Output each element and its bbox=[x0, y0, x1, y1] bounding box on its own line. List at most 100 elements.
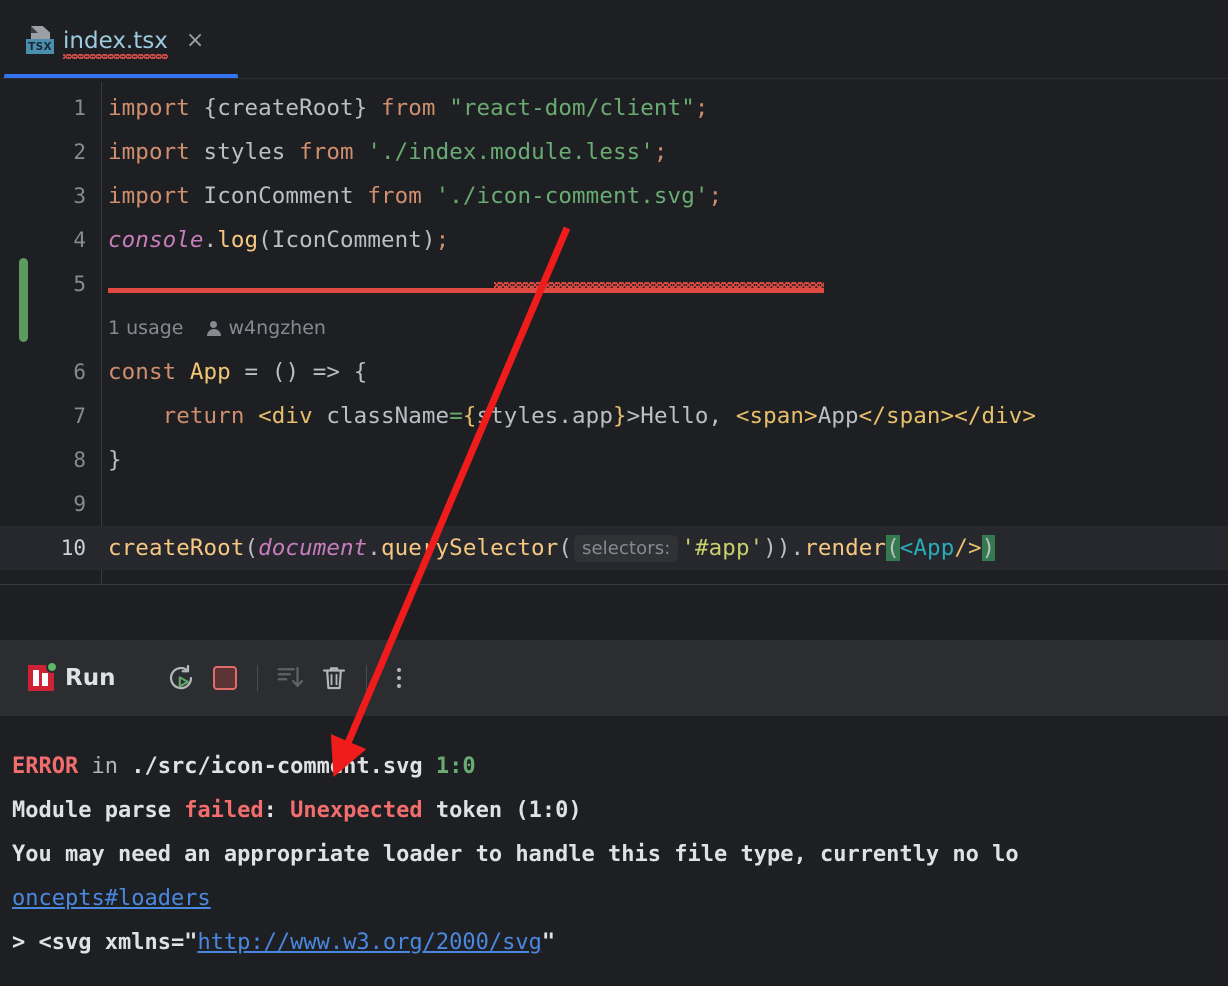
console-line: Module parse failed: Unexpected token (1… bbox=[0, 788, 1228, 832]
run-tool-window: Run bbox=[0, 640, 1228, 986]
code-token: = bbox=[245, 359, 259, 385]
editor-line-row[interactable]: 2import styles from './index.module.less… bbox=[0, 130, 1228, 174]
code-line-text: const App = () => { bbox=[108, 350, 367, 394]
line-number[interactable]: 3 bbox=[0, 174, 86, 218]
code-token: ; bbox=[695, 95, 709, 121]
code-token: ) bbox=[982, 535, 996, 561]
console-line: ERROR in ./src/icon-comment.svg 1:0 bbox=[0, 744, 1228, 788]
editor-line-row[interactable]: 7 return <div className={styles.app}>Hel… bbox=[0, 394, 1228, 438]
line-number[interactable]: 1 bbox=[0, 86, 86, 130]
code-token: './icon-comment.svg' bbox=[436, 183, 709, 209]
run-configuration-icon bbox=[28, 665, 54, 691]
rerun-icon bbox=[166, 663, 196, 693]
more-options-button[interactable] bbox=[377, 656, 421, 700]
tab-index-tsx[interactable]: TSX index.tsx × bbox=[4, 0, 238, 82]
code-token bbox=[367, 95, 381, 121]
code-token: } bbox=[108, 447, 122, 473]
code-token bbox=[313, 403, 327, 429]
code-line-text: } bbox=[108, 438, 122, 482]
kebab-menu-icon bbox=[397, 668, 401, 688]
editor-line-row[interactable]: 9 bbox=[0, 482, 1228, 526]
console-text: ./src/icon-comment.svg bbox=[131, 754, 422, 779]
editor-line-row[interactable]: 6 const App = () => { bbox=[0, 350, 1228, 394]
code-token: render bbox=[804, 535, 886, 561]
code-token: IconComment bbox=[204, 183, 354, 209]
console-link[interactable]: oncepts#loaders bbox=[12, 886, 211, 911]
run-panel-title: Run bbox=[65, 665, 115, 691]
line-number[interactable]: 4 bbox=[0, 218, 86, 262]
code-token: . bbox=[791, 535, 805, 561]
console-text: 1:0 bbox=[436, 754, 476, 779]
rerun-button[interactable] bbox=[159, 656, 203, 700]
code-token: ; bbox=[436, 227, 450, 253]
ide-window: TSX index.tsx × 1import {createRoot} fro… bbox=[0, 0, 1228, 986]
code-token: <div bbox=[258, 403, 313, 429]
tab-filename-text: index.tsx bbox=[63, 28, 168, 54]
author-label[interactable]: w4ngzhen bbox=[228, 317, 325, 339]
editor-line-row[interactable]: 10createRoot(document.querySelector(sele… bbox=[0, 526, 1228, 570]
code-token: App bbox=[818, 403, 859, 429]
line-number[interactable]: 9 bbox=[0, 482, 86, 526]
clear-all-button[interactable] bbox=[312, 656, 356, 700]
line-number[interactable]: 2 bbox=[0, 130, 86, 174]
console-text: " bbox=[542, 930, 555, 955]
code-vision-hint[interactable]: 1 usage w4ngzhen bbox=[108, 306, 326, 350]
code-token bbox=[190, 183, 204, 209]
code-token: ) bbox=[422, 227, 436, 253]
code-line-text: import IconComment from './icon-comment.… bbox=[108, 174, 722, 218]
code-line-text: return <div className={styles.app}>Hello… bbox=[108, 394, 1036, 438]
editor-line-row[interactable]: 8} bbox=[0, 438, 1228, 482]
error-squiggle bbox=[494, 282, 824, 288]
code-token bbox=[299, 359, 313, 385]
console-output[interactable]: ERROR in ./src/icon-comment.svg 1:0Modul… bbox=[0, 716, 1228, 986]
code-token: styles bbox=[204, 139, 286, 165]
console-link[interactable]: http://www.w3.org/2000/svg bbox=[197, 930, 541, 955]
editor-line-row[interactable]: 3 import IconComment from './icon-comment… bbox=[0, 174, 1228, 218]
console-text: ERROR bbox=[12, 754, 78, 779]
code-token: <App bbox=[900, 535, 955, 561]
console-text: failed bbox=[184, 798, 263, 823]
code-token bbox=[436, 95, 450, 121]
code-token: querySelector bbox=[381, 535, 558, 561]
code-token: => bbox=[313, 359, 340, 385]
line-number[interactable]: 8 bbox=[0, 438, 86, 482]
line-number[interactable]: 10 bbox=[0, 526, 86, 570]
scroll-to-end-button[interactable] bbox=[268, 656, 312, 700]
code-token: createRoot bbox=[217, 95, 353, 121]
code-token: "react-dom/client" bbox=[449, 95, 695, 121]
code-token: . bbox=[367, 535, 381, 561]
code-token: document bbox=[258, 535, 367, 561]
code-editor[interactable]: 1import {createRoot} from "react-dom/cli… bbox=[0, 82, 1228, 584]
code-token: { bbox=[463, 403, 477, 429]
console-text: in bbox=[78, 754, 131, 779]
line-number[interactable]: 6 bbox=[0, 350, 86, 394]
code-line-text: import {createRoot} from "react-dom/clie… bbox=[108, 86, 709, 130]
console-line: oncepts#loaders bbox=[0, 876, 1228, 920]
code-token: > bbox=[627, 403, 641, 429]
console-line: You may need an appropriate loader to ha… bbox=[0, 832, 1228, 876]
code-token: import bbox=[108, 95, 190, 121]
code-token: . bbox=[204, 227, 218, 253]
editor-line-row[interactable]: 1 import {createRoot} from "react-dom/cli… bbox=[0, 86, 1228, 130]
editor-tab-bar: TSX index.tsx × bbox=[0, 0, 1228, 82]
console-text: token (1:0) bbox=[423, 798, 582, 823]
person-icon bbox=[205, 320, 222, 337]
trash-icon bbox=[319, 663, 349, 693]
stop-button[interactable] bbox=[203, 656, 247, 700]
close-icon[interactable]: × bbox=[186, 30, 204, 52]
line-number[interactable]: 5 bbox=[0, 262, 86, 306]
code-token: </span></div> bbox=[859, 403, 1036, 429]
code-token: styles.app bbox=[477, 403, 613, 429]
code-token: from bbox=[367, 183, 422, 209]
code-token: '#app' bbox=[681, 535, 763, 561]
editor-hint-row[interactable]: 1 usage w4ngzhen bbox=[0, 306, 1228, 350]
editor-line-row[interactable]: 4console.log(IconComment); bbox=[0, 218, 1228, 262]
usage-count-label[interactable]: 1 usage bbox=[108, 317, 183, 339]
code-token: './index.module.less' bbox=[367, 139, 654, 165]
code-token bbox=[422, 183, 436, 209]
line-number[interactable]: 7 bbox=[0, 394, 86, 438]
code-token: /> bbox=[954, 535, 981, 561]
code-token: { bbox=[204, 95, 218, 121]
code-token bbox=[285, 139, 299, 165]
code-token bbox=[354, 139, 368, 165]
